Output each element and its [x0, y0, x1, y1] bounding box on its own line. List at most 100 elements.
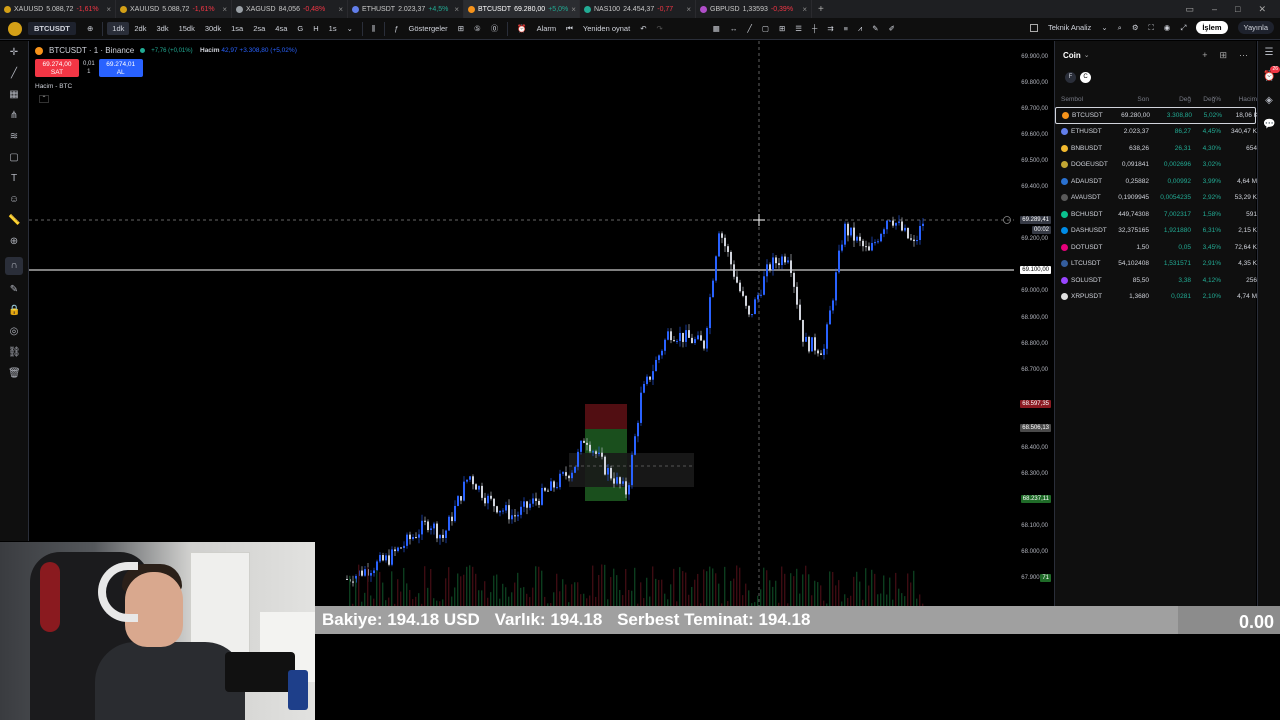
interval-dropdown-icon[interactable]: ⌄ [342, 24, 358, 33]
watchlist-row[interactable]: ADAUSDT 0,25882 0,00992 3,99% 4,64 M [1055, 173, 1257, 190]
close-tab-icon[interactable]: × [454, 5, 459, 14]
trend-line-icon[interactable]: ╱ [742, 24, 757, 33]
tab-search-icon[interactable]: ▭ [1185, 4, 1194, 15]
watchlist-row[interactable]: SOLUSDT 85,50 3,38 4,12% 256 [1055, 272, 1257, 289]
watchlist-row[interactable]: BNBUSDT 638,26 26,31 4,30% 654 [1055, 140, 1257, 157]
counter-icon[interactable]: ⓪ [486, 23, 504, 34]
interval-1sa[interactable]: 1sa [226, 24, 248, 33]
watchlist-filter[interactable]: F [1065, 71, 1076, 83]
close-window-icon[interactable]: ✕ [1258, 4, 1266, 15]
vertical-line-icon[interactable]: ┼ [807, 24, 822, 33]
close-tab-icon[interactable]: × [571, 5, 576, 14]
redo-icon[interactable]: ↷ [651, 24, 667, 33]
channel-icon[interactable]: ⇉ [822, 24, 838, 33]
close-tab-icon[interactable]: × [338, 5, 343, 14]
watchlist-icon[interactable]: ☰ [1263, 47, 1275, 59]
interval-2dk[interactable]: 2dk [129, 24, 151, 33]
zigzag-icon[interactable]: ⩘ [853, 24, 867, 34]
price-axis[interactable]: 69.900,00 69.800,00 69.700,00 69.600,00 69.5… [1013, 41, 1053, 608]
collapse-icon[interactable]: ⌃ [39, 95, 49, 103]
shape-icon[interactable]: ▢ [8, 152, 20, 164]
search-icon[interactable]: ⌕ [1118, 23, 1122, 33]
add-symbol-icon[interactable]: ⊕ [82, 24, 98, 33]
layers-icon[interactable]: ◈ [1263, 95, 1275, 107]
watchlist-row[interactable]: DOTUSDT 1,50 0,05 3,45% 72,64 K [1055, 239, 1257, 256]
layout-icon[interactable]: ⊞ [453, 24, 469, 33]
interval-4sa[interactable]: 4sa [270, 24, 292, 33]
column-header[interactable]: Değ% [1191, 96, 1221, 103]
undo-icon[interactable]: ↶ [635, 24, 651, 33]
watchlist-row[interactable]: AVAUSDT 0,1909945 0,0054235 2,92% 53,29 K [1055, 190, 1257, 207]
column-header[interactable]: Hacim [1221, 96, 1257, 103]
watchlist-row[interactable]: XRPUSDT 1,3680 0,0281 2,10% 4,74 M [1055, 289, 1257, 306]
watchlist-row[interactable]: LTCUSDT 54,102408 1,531571 2,91% 4,35 K [1055, 256, 1257, 273]
browser-tab[interactable]: NAS100 24.454,37 -0,77 × [580, 0, 696, 18]
trash-icon[interactable]: 🗑 [8, 368, 21, 380]
chart-area[interactable]: BTCUSDT · 1 · Binance +7,76 (+0,01%) Hac… [29, 41, 1053, 608]
tech-analysis-button[interactable]: Teknik Analiz [1048, 23, 1091, 32]
watchlist-row[interactable]: DASHUSDT 32,375165 1,921880 6,31% 2,15 K [1055, 223, 1257, 240]
interval-15dk[interactable]: 15dk [174, 24, 200, 33]
gear-icon[interactable]: ⚙ [1132, 23, 1139, 32]
browser-tab[interactable]: GBPUSD 1,33593 -0,39% × [696, 0, 812, 18]
browser-tab[interactable]: XAUUSD 5.088,72 -1,61% × [0, 0, 116, 18]
pattern-icon[interactable]: ≋ [8, 131, 20, 143]
watchlist-row[interactable]: DOGEUSDT 0,091841 0,002696 3,02% [1055, 157, 1256, 174]
camera-icon[interactable]: ◉ [1164, 23, 1171, 32]
text-tool-icon[interactable]: T [8, 173, 20, 185]
candlestick-chart[interactable] [29, 41, 1053, 608]
tech-analysis-checkbox-icon[interactable] [1029, 23, 1038, 32]
alarm-icon[interactable]: ⏰ [512, 24, 531, 33]
watchlist-row[interactable]: ETHUSDT 2.023,37 86,27 4,45% 340,47 K [1055, 124, 1257, 141]
candle-type-icon[interactable]: ⫼ [367, 24, 380, 34]
expand-icon[interactable]: ⤢ [1180, 23, 1186, 33]
column-header[interactable]: Son [1109, 96, 1149, 103]
lock-icon[interactable]: 🔒 [8, 305, 20, 317]
fib-icon[interactable]: ⊞ [774, 24, 790, 33]
eye-icon[interactable]: ◎ [8, 326, 20, 338]
publish-button[interactable]: Yayınla [1237, 21, 1274, 34]
settings-lines-icon[interactable]: ≡ [839, 24, 853, 33]
watchlist-row[interactable]: BTCUSDT 69.280,00 3.308,80 5,02% 18,06 K [1055, 107, 1258, 124]
draw-icon[interactable]: ✐ [884, 24, 900, 33]
grid-tool-icon[interactable]: ▦ [8, 89, 20, 101]
chat-icon[interactable]: 💬 [1263, 119, 1275, 131]
brush-icon[interactable]: ✎ [867, 24, 883, 33]
browser-tab[interactable]: XAUUSD 5.088,72 -1,61% × [116, 0, 232, 18]
emoji-icon[interactable]: ☺ [8, 194, 20, 206]
more-icon[interactable]: ⋯ [1239, 50, 1248, 61]
chevron-down-icon[interactable]: ⌄ [1101, 23, 1107, 32]
close-tab-icon[interactable]: × [686, 5, 691, 14]
replay-button[interactable]: Yeniden oynat [578, 24, 635, 33]
buy-button[interactable]: 69.274,01 AL [98, 59, 143, 77]
browser-tab[interactable]: BTCUSDT 69.280,00 +5,0% × [464, 0, 580, 18]
minimize-icon[interactable]: – [1212, 4, 1217, 14]
close-tab-icon[interactable]: × [222, 5, 227, 14]
interval-3dk[interactable]: 3dk [151, 24, 173, 33]
interval-1dk[interactable]: 1dk [107, 22, 130, 35]
alarm-button[interactable]: Alarm [532, 24, 562, 33]
chevron-down-icon[interactable]: ⌄ [1084, 51, 1090, 59]
interval-2sa[interactable]: 2sa [248, 24, 270, 33]
indicators-button[interactable]: Göstergeler [404, 24, 453, 33]
quantity-stepper[interactable]: 0,01 1 [83, 60, 95, 76]
new-tab-icon[interactable]: + [812, 4, 830, 15]
line-tool-icon[interactable]: ╱ [8, 68, 20, 80]
column-header[interactable]: Sembol [1061, 96, 1109, 103]
interval-30dk[interactable]: 30dk [200, 24, 226, 33]
layout-icon[interactable]: ⊞ [1219, 50, 1227, 61]
horizontal-line-icon[interactable]: ↔ [725, 24, 743, 33]
replay-icon[interactable]: ⏮ [561, 24, 578, 34]
crosshair-icon[interactable]: ✛ [8, 47, 20, 59]
templates-icon[interactable]: ⑤ [469, 24, 486, 33]
watchlist-title[interactable]: Coin [1063, 51, 1081, 60]
rectangle-icon[interactable]: ▢ [757, 24, 774, 33]
pencil-lock-icon[interactable]: ✎ [8, 284, 20, 296]
link-icon[interactable]: ⛓ [8, 347, 21, 359]
avatar[interactable] [8, 21, 22, 36]
indicators-icon[interactable]: ƒ [389, 24, 403, 33]
add-symbol-icon[interactable]: + [1202, 50, 1207, 61]
interval-H[interactable]: H [308, 24, 323, 33]
grid-icon[interactable]: ▦ [708, 24, 725, 33]
maximize-icon[interactable]: □ [1235, 4, 1240, 14]
